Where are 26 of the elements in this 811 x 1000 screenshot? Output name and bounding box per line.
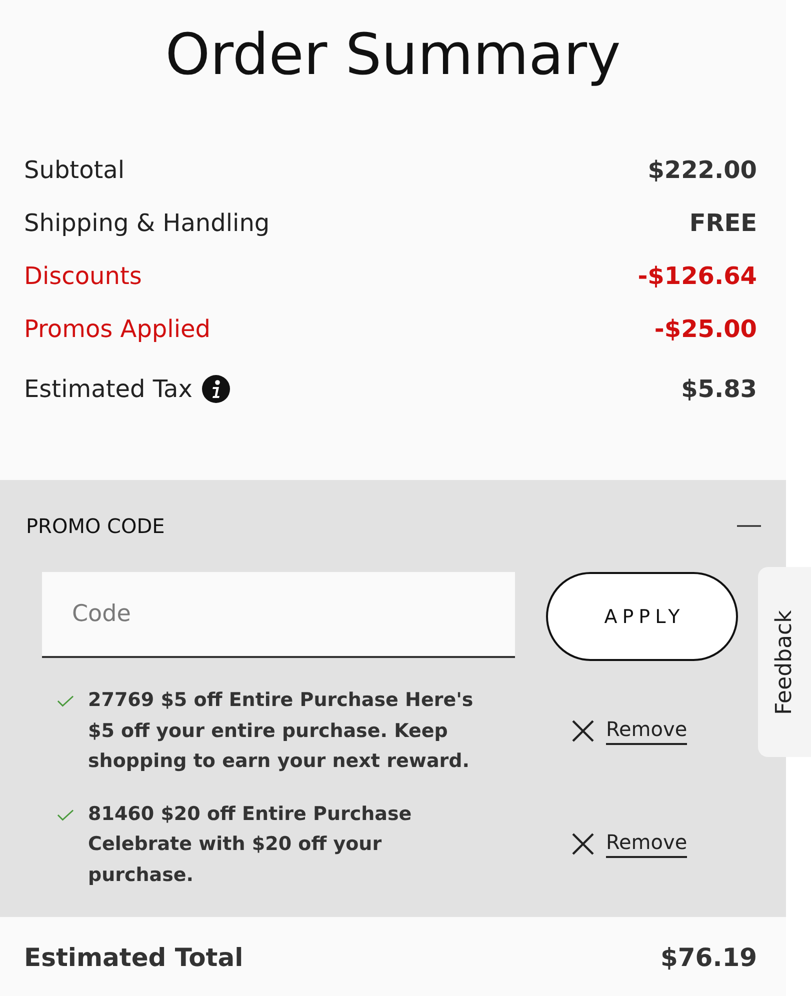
remove-button[interactable]: Remove	[571, 716, 688, 745]
promo-code-heading[interactable]: PROMO CODE	[26, 514, 165, 538]
check-icon	[57, 695, 74, 707]
summary-value: -$126.64	[638, 262, 757, 290]
order-summary-title: Order Summary	[165, 24, 621, 86]
remove-button[interactable]: Remove	[571, 830, 688, 858]
summary-label: Estimated Tax	[24, 375, 192, 403]
promo-description: 27769 $5 off Entire Purchase Here's $5 off your entire purchase. Keep shopping to earn your next reward.	[88, 688, 474, 774]
summary-label: Shipping & Handling	[24, 208, 270, 236]
summary-value: -$25.00	[654, 314, 757, 342]
summary-value: $5.83	[681, 375, 757, 403]
promo-description: 81460 $20 off Entire Purchase Celebrate with $20 off your purchase.	[88, 802, 413, 888]
check-icon	[57, 808, 74, 820]
info-icon[interactable]	[202, 375, 230, 403]
summary-label: Promos Applied	[24, 314, 210, 342]
total-value: $76.19	[660, 943, 757, 972]
total-label: Estimated Total	[24, 943, 244, 972]
close-icon	[571, 832, 595, 856]
code-field[interactable]: Code	[42, 572, 515, 658]
summary-label: Discounts	[24, 262, 142, 290]
feedback-tab[interactable]: Feedback	[758, 567, 811, 757]
close-icon	[571, 718, 595, 743]
summary-value: $222.00	[648, 156, 757, 184]
summary-label: Subtotal	[24, 156, 125, 184]
apply-button[interactable]: APPLY	[546, 572, 738, 661]
summary-value: FREE	[689, 208, 757, 236]
